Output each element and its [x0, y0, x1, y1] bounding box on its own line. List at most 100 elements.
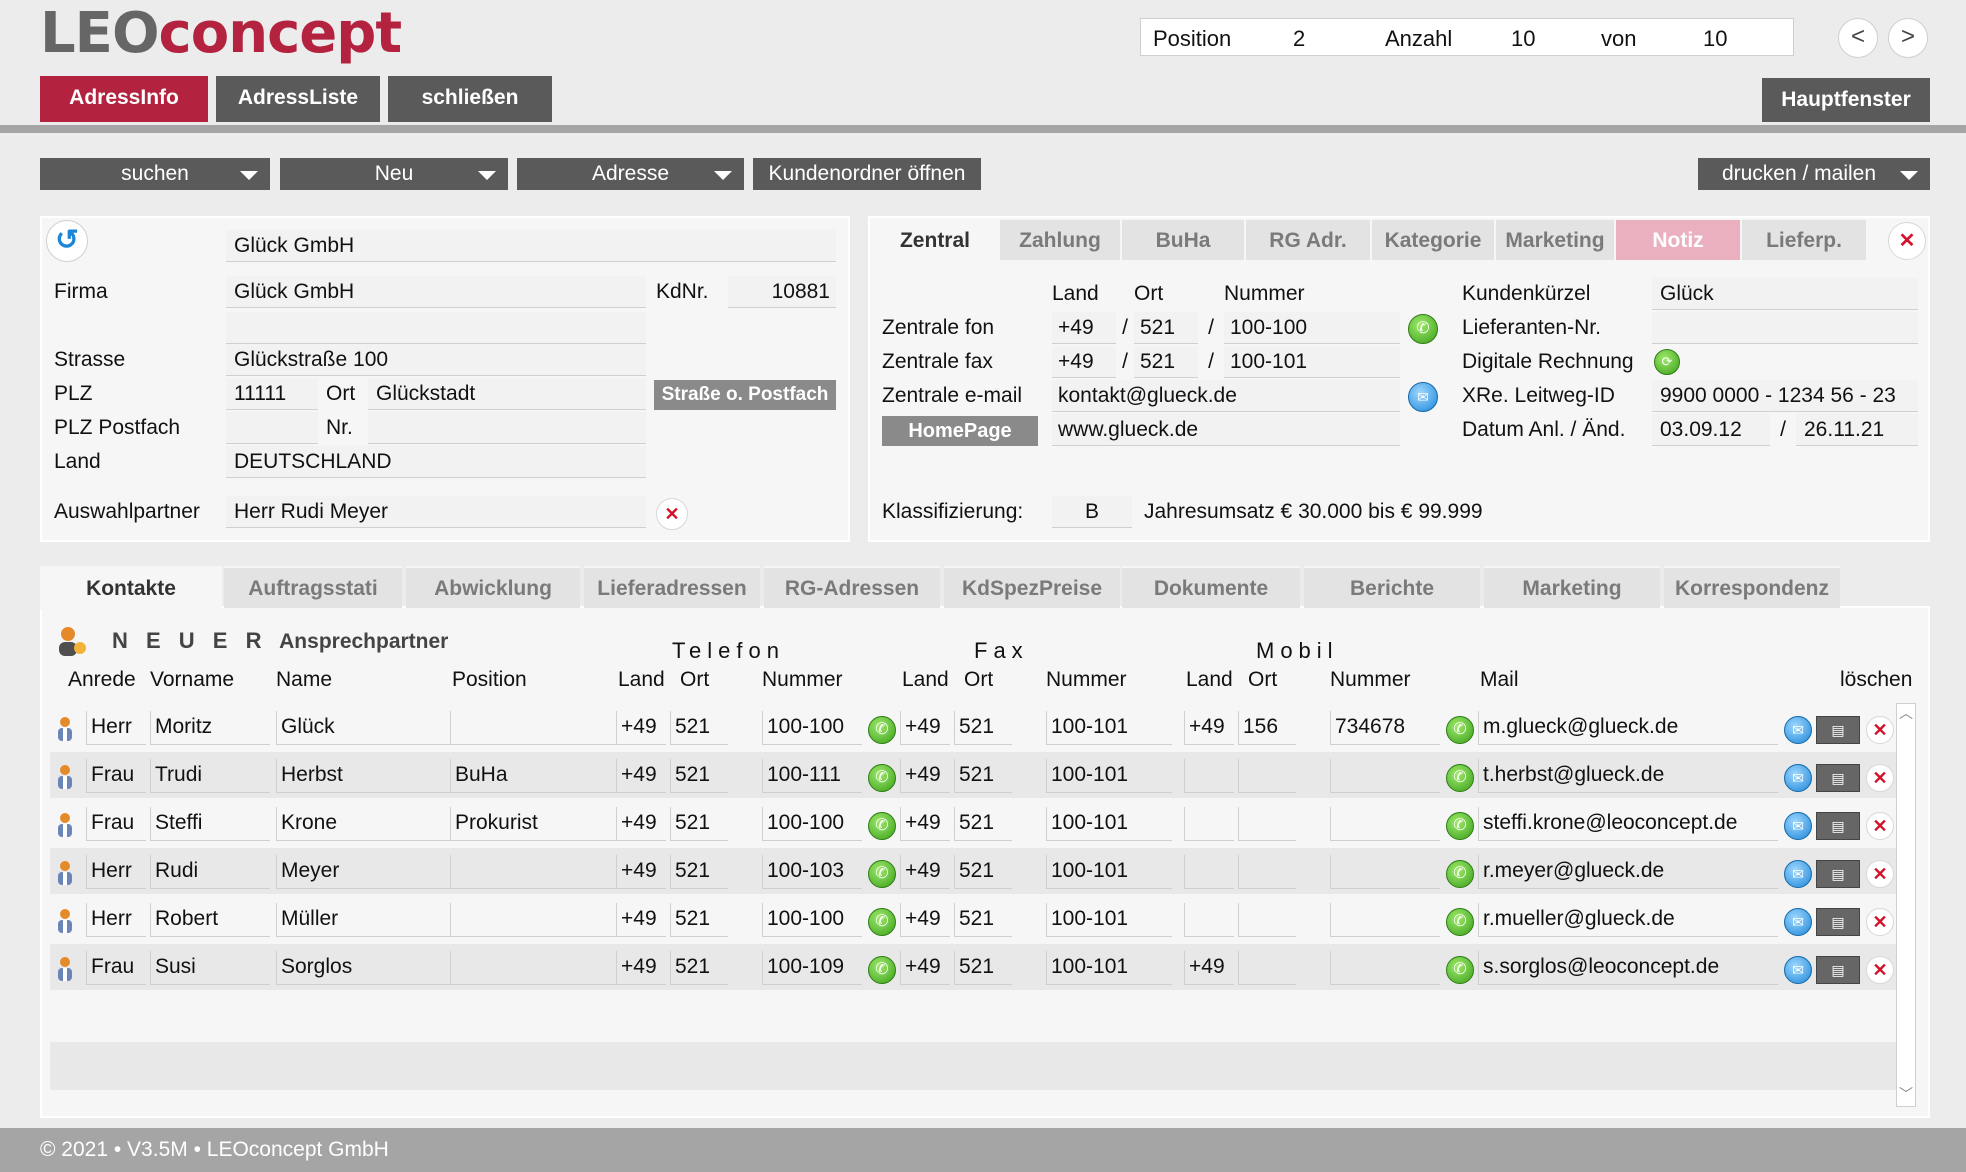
cell-mail[interactable]: s.sorglos@leoconcept.de: [1478, 951, 1778, 985]
phone-icon[interactable]: ✆: [1408, 314, 1438, 344]
detail-tab-3[interactable]: RG Adr.: [1246, 218, 1370, 260]
contacts-tab-7[interactable]: Berichte: [1304, 566, 1480, 608]
cell-vorname[interactable]: Susi: [150, 951, 270, 985]
cell-mob_ort[interactable]: [1238, 951, 1296, 985]
cell-fax_ort[interactable]: 521: [954, 711, 1012, 745]
digital-invoice-refresh-icon[interactable]: ⟳: [1654, 349, 1680, 375]
cell-fax_nr[interactable]: 100-101: [1046, 903, 1172, 937]
cell-mail[interactable]: r.meyer@glueck.de: [1478, 855, 1778, 889]
cell-anrede[interactable]: Frau: [86, 807, 146, 841]
contact-card-icon[interactable]: ▤: [1816, 956, 1860, 984]
mobile-phone-icon[interactable]: ✆: [1446, 860, 1474, 888]
cell-tel_land[interactable]: +49: [616, 759, 666, 793]
scroll-up-icon[interactable]: ︿: [1897, 704, 1915, 722]
scroll-down-icon[interactable]: ﹀: [1897, 1084, 1915, 1104]
cell-fax_ort[interactable]: 521: [954, 855, 1012, 889]
contacts-tab-3[interactable]: Lieferadressen: [584, 566, 760, 608]
cell-tel_land[interactable]: +49: [616, 807, 666, 841]
cell-fax_land[interactable]: +49: [900, 855, 950, 889]
kdnr-field[interactable]: 10881: [728, 276, 836, 308]
mail-icon[interactable]: ✉: [1408, 382, 1438, 412]
cell-vorname[interactable]: Trudi: [150, 759, 270, 793]
cell-vorname[interactable]: Rudi: [150, 855, 270, 889]
cell-tel_ort[interactable]: 521: [670, 903, 728, 937]
datum-aenderung-field[interactable]: 26.11.21: [1796, 414, 1918, 446]
cell-mail[interactable]: m.glueck@glueck.de: [1478, 711, 1778, 745]
contact-card-icon[interactable]: ▤: [1816, 716, 1860, 744]
remove-partner-icon[interactable]: ✕: [656, 498, 688, 530]
contacts-tab-8[interactable]: Marketing: [1484, 566, 1660, 608]
contact-card-icon[interactable]: ▤: [1816, 860, 1860, 888]
phone-icon[interactable]: ✆: [868, 908, 896, 936]
table-row[interactable]: Frau Susi Sorglos +49 521 100-109 +49 521 100-10…: [50, 944, 1896, 990]
mail-icon[interactable]: ✉: [1784, 956, 1812, 984]
mail-icon[interactable]: ✉: [1784, 908, 1812, 936]
mobile-phone-icon[interactable]: ✆: [1446, 716, 1474, 744]
contacts-tab-0[interactable]: Kontakte: [40, 566, 222, 610]
kundenkuerzel-field[interactable]: Glück: [1652, 278, 1918, 310]
detail-tab-0[interactable]: Zentral: [872, 218, 998, 260]
delete-x-icon[interactable]: ✕: [1866, 764, 1894, 792]
cell-fax_ort[interactable]: 521: [954, 951, 1012, 985]
previous-record-button[interactable]: <: [1838, 18, 1878, 58]
cell-fax_ort[interactable]: 521: [954, 807, 1012, 841]
tab-adressinfo[interactable]: AdressInfo: [40, 76, 208, 122]
detail-tab-2[interactable]: BuHa: [1122, 218, 1244, 260]
cell-fax_land[interactable]: +49: [900, 951, 950, 985]
cell-fax_ort[interactable]: 521: [954, 903, 1012, 937]
plz-field[interactable]: 11111: [226, 378, 318, 410]
mobile-phone-icon[interactable]: ✆: [1446, 764, 1474, 792]
delete-x-icon[interactable]: ✕: [1866, 812, 1894, 840]
cell-mob_nr[interactable]: 734678: [1330, 711, 1440, 745]
firma-line2-field[interactable]: [226, 312, 646, 344]
cell-tel_nr[interactable]: 100-109: [762, 951, 862, 985]
ort-field[interactable]: Glückstadt: [368, 378, 646, 410]
cell-mob_nr[interactable]: [1330, 759, 1440, 793]
cell-mail[interactable]: t.herbst@glueck.de: [1478, 759, 1778, 793]
cell-tel_nr[interactable]: 100-100: [762, 711, 862, 745]
cell-mob_land[interactable]: [1184, 903, 1234, 937]
cell-mob_ort[interactable]: [1238, 759, 1296, 793]
table-row[interactable]: Frau Trudi Herbst BuHa +49 521 100-111 +49 521 10…: [50, 752, 1896, 798]
cell-mob_land[interactable]: [1184, 855, 1234, 889]
contacts-tab-2[interactable]: Abwicklung: [406, 566, 580, 608]
delete-x-icon[interactable]: ✕: [1866, 716, 1894, 744]
cell-fax_land[interactable]: +49: [900, 807, 950, 841]
zentrale-email-field[interactable]: kontakt@glueck.de: [1052, 380, 1400, 412]
mail-icon[interactable]: ✉: [1784, 812, 1812, 840]
contact-card-icon[interactable]: ▤: [1816, 908, 1860, 936]
close-button[interactable]: schließen: [388, 76, 552, 122]
fon-land-field[interactable]: +49: [1052, 312, 1116, 344]
contacts-tab-1[interactable]: Auftragsstati: [224, 566, 402, 608]
auswahlpartner-field[interactable]: Herr Rudi Meyer: [226, 496, 646, 528]
cell-mob_nr[interactable]: [1330, 807, 1440, 841]
detail-tab-4[interactable]: Kategorie: [1372, 218, 1494, 260]
main-window-button[interactable]: Hauptfenster: [1762, 78, 1930, 122]
cell-tel_nr[interactable]: 100-100: [762, 807, 862, 841]
contacts-tab-5[interactable]: KdSpezPreise: [944, 566, 1120, 608]
cell-fax_nr[interactable]: 100-101: [1046, 759, 1172, 793]
cell-mob_nr[interactable]: [1330, 855, 1440, 889]
close-detail-icon[interactable]: ✕: [1888, 222, 1926, 260]
search-dropdown[interactable]: suchen: [40, 158, 270, 190]
cell-mail[interactable]: steffi.krone@leoconcept.de: [1478, 807, 1778, 841]
cell-vorname[interactable]: Robert: [150, 903, 270, 937]
cell-tel_land[interactable]: +49: [616, 711, 666, 745]
cell-vorname[interactable]: Moritz: [150, 711, 270, 745]
mobile-phone-icon[interactable]: ✆: [1446, 956, 1474, 984]
open-customer-folder-button[interactable]: Kundenordner öffnen: [753, 158, 981, 190]
homepage-button[interactable]: HomePage: [882, 416, 1038, 446]
new-contact-person-icon[interactable]: [54, 624, 88, 658]
mobile-phone-icon[interactable]: ✆: [1446, 908, 1474, 936]
cell-anrede[interactable]: Frau: [86, 951, 146, 985]
print-mail-dropdown[interactable]: drucken / mailen: [1698, 158, 1930, 190]
table-row[interactable]: Herr Moritz Glück +49 521 100-100 +49 521 100-10…: [50, 704, 1896, 750]
cell-mob_ort[interactable]: [1238, 855, 1296, 889]
mail-icon[interactable]: ✉: [1784, 860, 1812, 888]
cell-mob_nr[interactable]: [1330, 903, 1440, 937]
contacts-tab-4[interactable]: RG-Adressen: [764, 566, 940, 608]
cell-mob_ort[interactable]: [1238, 807, 1296, 841]
cell-fax_ort[interactable]: 521: [954, 759, 1012, 793]
detail-tab-7[interactable]: Lieferp.: [1742, 218, 1866, 260]
table-row[interactable]: Herr Rudi Meyer +49 521 100-103 +49 521 100-101 r…: [50, 848, 1896, 894]
